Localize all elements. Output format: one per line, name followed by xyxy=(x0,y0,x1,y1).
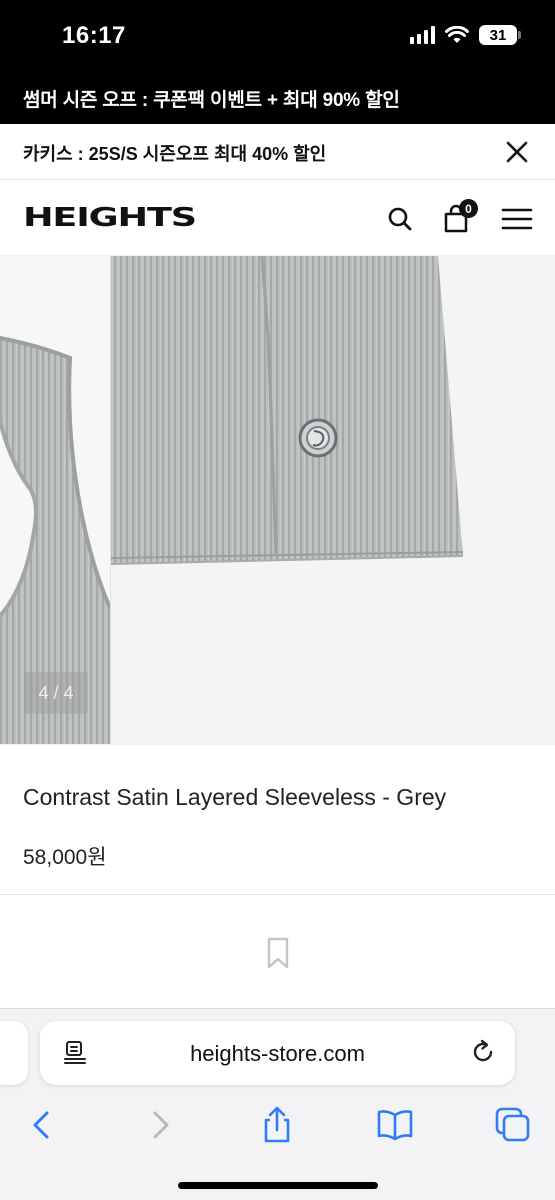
notice-text: 카키스 : 25S/S 시즌오프 최대 40% 할인 xyxy=(23,144,327,164)
product-name: Contrast Satin Layered Sleeveless - Grey xyxy=(23,784,447,810)
product-price: 58,000원 xyxy=(23,846,107,869)
promo-text: 썸머 시즌 오프 : 쿠폰팩 이벤트 + 최대 90% 할인 xyxy=(23,90,400,111)
status-bar: 16:17 31 xyxy=(0,0,555,74)
battery-icon: 31 xyxy=(479,25,521,45)
close-icon[interactable] xyxy=(505,140,529,164)
promo-banner[interactable]: 썸머 시즌 오프 : 쿠폰팩 이벤트 + 최대 90% 할인 xyxy=(0,74,555,124)
status-time: 16:17 xyxy=(62,22,126,49)
image-counter: 4 / 4 xyxy=(24,672,88,714)
reload-icon[interactable] xyxy=(469,1038,497,1066)
browser-toolbar: heights-store.com xyxy=(0,1008,555,1200)
address-bar[interactable]: heights-store.com xyxy=(40,1021,515,1085)
previous-tab-preview[interactable] xyxy=(0,1021,28,1085)
menu-icon[interactable] xyxy=(501,203,533,235)
bookmark-icon[interactable] xyxy=(265,936,291,970)
signal-icon xyxy=(410,26,435,44)
forward-icon[interactable] xyxy=(140,1105,180,1145)
url-text: heights-store.com xyxy=(190,1041,365,1066)
status-icons: 31 xyxy=(410,25,521,45)
search-icon[interactable] xyxy=(384,203,416,235)
notice-bar[interactable]: 카키스 : 25S/S 시즌오프 최대 40% 할인 xyxy=(0,124,555,180)
site-header: HEIGHTS 0 xyxy=(0,181,555,256)
back-icon[interactable] xyxy=(22,1105,62,1145)
share-icon[interactable] xyxy=(257,1105,297,1145)
site-logo[interactable]: HEIGHTS xyxy=(23,203,197,233)
tabs-icon[interactable] xyxy=(493,1105,533,1145)
cart-count-badge: 0 xyxy=(459,199,478,218)
bookmarks-icon[interactable] xyxy=(375,1105,415,1145)
home-indicator xyxy=(178,1182,378,1189)
divider xyxy=(0,894,555,895)
wifi-icon xyxy=(445,26,469,43)
product-image-gallery[interactable]: 4 / 4 xyxy=(0,256,555,745)
